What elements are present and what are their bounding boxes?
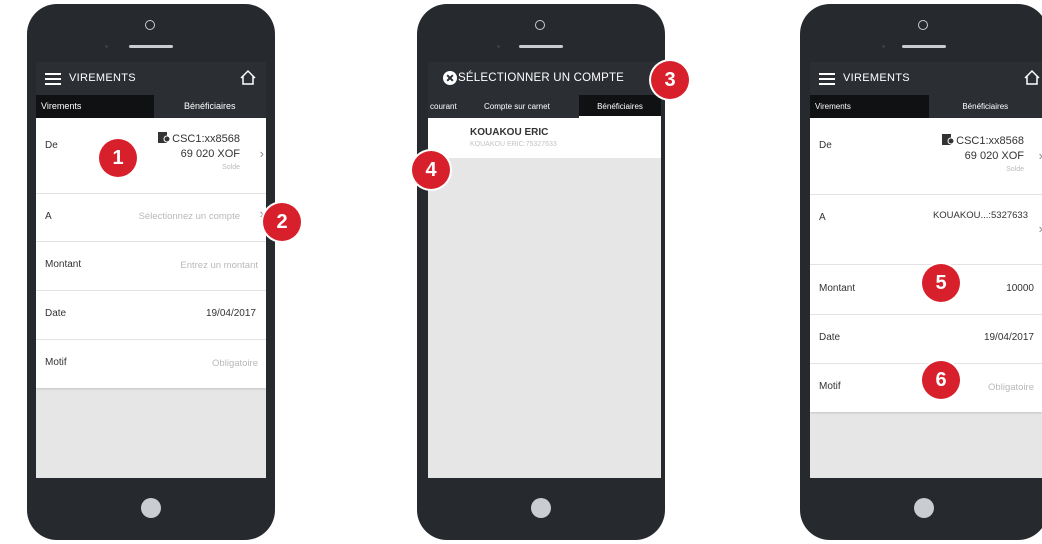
camera-dot bbox=[105, 45, 108, 48]
chevron-right-icon: › bbox=[1039, 221, 1042, 236]
app-header: VIREMENTS bbox=[810, 62, 1042, 95]
select-header: SÉLECTIONNER UN COMPTE bbox=[428, 62, 661, 95]
reason-input[interactable]: Obligatoire bbox=[212, 358, 258, 369]
balance-caption: Solde bbox=[222, 164, 240, 171]
front-camera bbox=[145, 20, 155, 30]
page-title: VIREMENTS bbox=[69, 72, 136, 84]
page-title: VIREMENTS bbox=[843, 72, 910, 84]
beneficiary-item[interactable]: KOUAKOU ERIC KOUAKOU ERIC:75327633 bbox=[428, 118, 661, 158]
from-account-row[interactable]: De CSC1:xx8568 69 020 XOF Solde › bbox=[810, 118, 1042, 195]
beneficiary-name: KOUAKOU ERIC bbox=[470, 127, 549, 138]
chevron-right-icon: › bbox=[259, 146, 264, 161]
screen-select-account: SÉLECTIONNER UN COMPTE courant Compte su… bbox=[428, 62, 661, 478]
reason-label: Motif bbox=[819, 381, 841, 392]
from-account-row[interactable]: De CSC1:xx8568 69 020 XOF Solde › bbox=[36, 118, 266, 194]
app-header: VIREMENTS bbox=[36, 62, 266, 95]
account-balance: 69 020 XOF bbox=[964, 150, 1024, 162]
to-account-select[interactable]: Sélectionnez un compte bbox=[139, 211, 240, 222]
wallet-icon bbox=[158, 132, 171, 143]
tab-beneficiaires[interactable]: Bénéficiaires bbox=[579, 95, 661, 118]
tab-beneficiaires[interactable]: Bénéficiaires bbox=[929, 95, 1042, 118]
home-icon[interactable] bbox=[1022, 68, 1042, 88]
date-value[interactable]: 19/04/2017 bbox=[206, 308, 256, 319]
home-button[interactable] bbox=[141, 498, 161, 518]
tab-bar: Virements Bénéficiaires bbox=[36, 95, 266, 118]
from-account: CSC1:xx8568 69 020 XOF Solde bbox=[158, 132, 240, 174]
phone-left: VIREMENTS Virements Bénéficiaires De CSC… bbox=[27, 4, 275, 540]
account-number: CSC1:xx8568 bbox=[956, 135, 1024, 147]
date-value[interactable]: 19/04/2017 bbox=[984, 332, 1034, 343]
account-number: CSC1:xx8568 bbox=[172, 133, 240, 145]
home-icon[interactable] bbox=[238, 68, 258, 88]
tab-beneficiaires[interactable]: Bénéficiaires bbox=[154, 95, 267, 118]
from-label: De bbox=[819, 140, 832, 151]
step-badge-4: 4 bbox=[412, 151, 450, 189]
step-badge-1: 1 bbox=[99, 139, 137, 177]
screen-virements: VIREMENTS Virements Bénéficiaires De CSC… bbox=[36, 62, 266, 478]
camera-dot bbox=[497, 45, 500, 48]
to-label: A bbox=[45, 211, 52, 222]
amount-label: Montant bbox=[819, 283, 856, 294]
date-label: Date bbox=[819, 332, 841, 343]
amount-row: Montant Entrez un montant bbox=[36, 242, 266, 291]
date-row: Date 19/04/2017 bbox=[36, 291, 266, 340]
account-balance: 69 020 XOF bbox=[180, 148, 240, 160]
home-button[interactable] bbox=[531, 498, 551, 518]
phone-middle: SÉLECTIONNER UN COMPTE courant Compte su… bbox=[417, 4, 665, 540]
camera-dot bbox=[882, 45, 885, 48]
step-badge-3: 3 bbox=[651, 61, 689, 99]
tab-virements[interactable]: Virements bbox=[36, 95, 154, 118]
to-account-row[interactable]: A Sélectionnez un compte › bbox=[36, 194, 266, 242]
menu-icon[interactable] bbox=[45, 73, 61, 85]
step-badge-5: 5 bbox=[922, 264, 960, 302]
from-account: CSC1:xx8568 69 020 XOF Solde bbox=[942, 134, 1024, 176]
account-tabs: courant Compte sur carnet Bénéficiaires bbox=[428, 95, 661, 118]
tab-compte-sur-carnet[interactable]: Compte sur carnet bbox=[484, 95, 550, 118]
phone-right: VIREMENTS Virements Bénéficiaires De CSC… bbox=[800, 4, 1042, 540]
speaker-slot bbox=[902, 45, 946, 48]
chevron-right-icon: › bbox=[1039, 148, 1042, 163]
transfer-form: De CSC1:xx8568 69 020 XOF Solde › A Séle… bbox=[36, 118, 266, 388]
reason-row: Motif Obligatoire bbox=[36, 340, 266, 388]
to-account-value[interactable]: KOUAKOU...:5327633 bbox=[933, 210, 1028, 221]
reason-label: Motif bbox=[45, 357, 67, 368]
step-badge-6: 6 bbox=[922, 361, 960, 399]
beneficiary-detail: KOUAKOU ERIC:75327633 bbox=[470, 141, 557, 148]
date-row: Date 19/04/2017 bbox=[810, 315, 1042, 364]
balance-caption: Solde bbox=[1006, 166, 1024, 173]
speaker-slot bbox=[519, 45, 563, 48]
front-camera bbox=[535, 20, 545, 30]
reason-input[interactable]: Obligatoire bbox=[988, 382, 1034, 393]
tab-courant[interactable]: courant bbox=[430, 95, 457, 118]
menu-icon[interactable] bbox=[819, 73, 835, 85]
from-label: De bbox=[45, 140, 58, 151]
amount-label: Montant bbox=[45, 259, 82, 270]
select-title: SÉLECTIONNER UN COMPTE bbox=[458, 72, 625, 84]
wallet-icon bbox=[942, 134, 955, 145]
amount-input[interactable]: Entrez un montant bbox=[180, 260, 258, 271]
date-label: Date bbox=[45, 308, 67, 319]
tab-virements[interactable]: Virements bbox=[810, 95, 929, 118]
step-badge-2: 2 bbox=[263, 203, 301, 241]
close-icon[interactable] bbox=[443, 71, 457, 85]
tab-bar: Virements Bénéficiaires bbox=[810, 95, 1042, 118]
to-label: A bbox=[819, 212, 826, 223]
amount-input[interactable]: 10000 bbox=[1006, 283, 1034, 294]
speaker-slot bbox=[129, 45, 173, 48]
front-camera bbox=[918, 20, 928, 30]
home-button[interactable] bbox=[914, 498, 934, 518]
to-account-row[interactable]: A KOUAKOU...:5327633 › bbox=[810, 195, 1042, 265]
